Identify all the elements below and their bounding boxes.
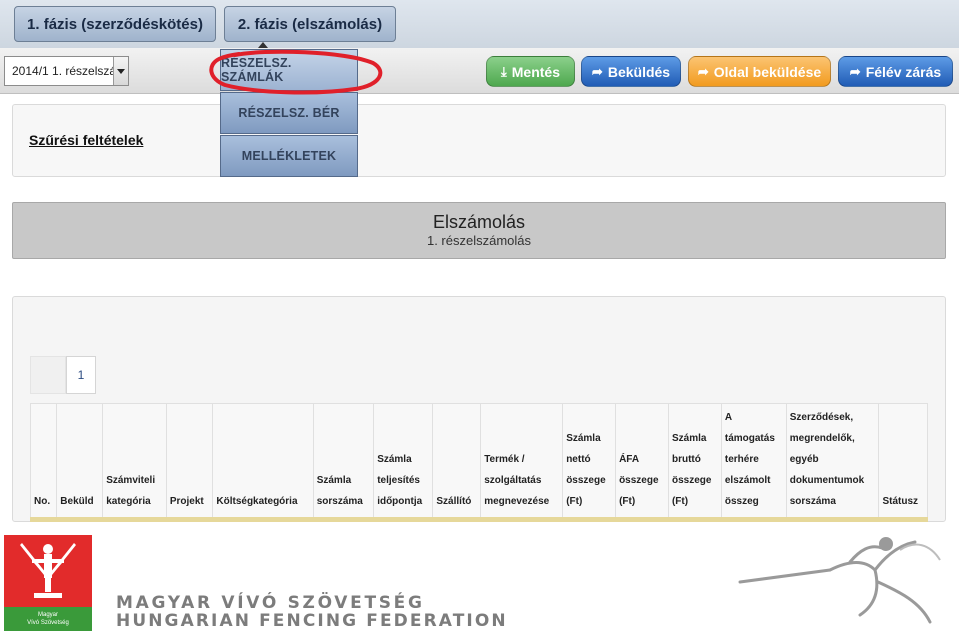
filter-title-link[interactable]: Szűrési feltételek [29,132,143,148]
column-header-text: szolgáltatás [484,475,542,486]
send-button[interactable]: ➦ Beküldés [581,56,681,87]
invoice-table: No. Beküld Számviteli kategória Projekt Költs… [29,403,928,519]
column-header-text: dokumentumok [789,475,865,486]
save-button-label: Mentés [511,63,560,80]
table-header-row: No. Beküld Számviteli kategória Projekt Költs… [29,403,928,519]
column-header-text: Termék / [484,454,525,465]
pagination-prev[interactable] [30,356,66,394]
column-header-text: ÁFA [619,454,640,465]
share-arrow-icon: ➦ [697,63,709,79]
column-header-text: nettó [566,454,591,465]
tab-phase-2[interactable]: 2. fázis (elszámolás) [224,6,396,42]
logo-caption-line-1: Magyar [37,612,58,618]
section-title: Elszámolás [432,212,526,232]
pagination-page-1[interactable]: 1 [66,356,96,394]
column-header-text: összege [619,475,659,486]
chevron-down-icon[interactable] [113,57,128,85]
send-page-button-label: Oldal beküldése [713,63,822,80]
column-header-text: Számla [377,454,412,465]
column-header-text: A [724,412,733,423]
filter-panel [12,104,946,177]
send-button-label: Beküldés [607,63,671,80]
column-header: Státusz [878,403,928,519]
column-header-text: Költségkategória [216,496,298,507]
logo-caption-line-2: Vívó Szövetség [27,620,69,626]
column-header: Szállító [432,403,482,519]
column-header-text: teljesítés [377,475,420,486]
column-header-text: terhére [724,454,759,465]
phase-bar: 1. fázis (szerződéskötés) 2. fázis (elsz… [0,0,959,48]
column-header-text: egyéb [789,454,819,465]
column-header: Számla sorszáma [312,403,375,519]
org-name-en: HUNGARIAN FENCING FEDERATION [116,611,508,631]
column-header-text: Beküld [60,496,94,507]
toolbar: 2014/1 1. részelszá ⤓ Mentés ➦ Beküldés … [0,48,959,94]
column-header: No. [29,403,58,519]
share-arrow-icon: ➦ [849,63,861,79]
send-page-button[interactable]: ➦ Oldal beküldése [688,56,831,87]
menu-item-invoices[interactable]: RÉSZELSZ. SZÁMLÁK [220,49,358,91]
column-header: Számla teljesítés időpontja [373,403,434,519]
logo-emblem [4,535,92,607]
column-header-text: összeg [724,496,759,507]
federation-logo: Magyar Vívó Szövetség [4,535,92,631]
column-header-text: bruttó [671,454,701,465]
column-header-text: (Ft) [671,496,689,507]
section-subtitle: 1. részelszámolás [426,233,532,248]
column-header-text: támogatás [724,433,775,444]
column-header: Projekt [165,403,214,519]
column-header-text: Szállító [436,496,472,507]
column-header-text: elszámolt [724,475,771,486]
menu-caret-icon [258,42,268,48]
column-header-text: megrendelők, [789,433,855,444]
column-header: Szerződések, megrendelők, egyéb dokumentumo… [785,403,880,519]
period-select-value: 2014/1 1. részelszá [12,64,113,78]
column-header-text: sorszáma [789,496,836,507]
save-button[interactable]: ⤓ Mentés [486,56,575,87]
menu-item-attachments[interactable]: MELLÉKLETEK [220,135,358,177]
column-header-text: No. [34,496,51,507]
org-name-hu: MAGYAR VÍVÓ SZÖVETSÉG [116,593,425,613]
column-header: Számla nettó összege (Ft) [562,403,617,519]
column-header: Számviteli kategória [102,403,167,519]
column-header-text: Szerződések, [789,412,854,423]
logo-caption: Magyar Vívó Szövetség [4,607,92,631]
column-header: Atámogatás terhére elszámolt összeg [720,403,787,519]
column-header-text: összege [566,475,606,486]
column-header: Beküld [56,403,104,519]
section-header: Elszámolás 1. részelszámolás [12,202,946,259]
fencer-crest-icon [20,543,76,598]
column-header-text: összege [671,475,712,486]
column-header-text: Projekt [169,496,204,507]
menu-item-wages[interactable]: RÉSZELSZ. BÉR [220,92,358,134]
phase-2-dropdown-menu: RÉSZELSZ. SZÁMLÁK RÉSZELSZ. BÉR MELLÉKLE… [220,49,358,178]
tab-phase-1[interactable]: 1. fázis (szerződéskötés) [14,6,216,42]
column-header-text: (Ft) [566,496,583,507]
column-header: Termék / szolgáltatás megnevezése [480,403,564,519]
column-header-text: Státusz [882,496,919,507]
download-icon: ⤓ [501,63,507,79]
column-header-text: Számviteli [106,475,156,486]
share-arrow-icon: ➦ [591,63,603,79]
column-header-text: időpontja [377,496,423,507]
fencer-silhouette-icon [738,537,941,624]
close-half-year-button[interactable]: ➦ Félév zárás [838,56,953,87]
period-select[interactable]: 2014/1 1. részelszá [4,56,129,86]
close-half-year-button-label: Félév zárás [865,63,942,80]
column-header-text: (Ft) [619,496,636,507]
column-header-text: Számla [566,433,601,444]
column-header-text: megnevezése [484,496,550,507]
column-header-text: sorszáma [316,496,363,507]
column-header-text: Számla [671,433,707,444]
column-header: ÁFA összege (Ft) [615,403,669,519]
column-header: Költségkategória [212,403,314,519]
column-header-text: kategória [106,496,151,507]
column-header: Számla bruttó összege (Ft) [667,403,722,519]
column-header-text: Számla [316,475,352,486]
pagination: 1 [30,356,96,394]
